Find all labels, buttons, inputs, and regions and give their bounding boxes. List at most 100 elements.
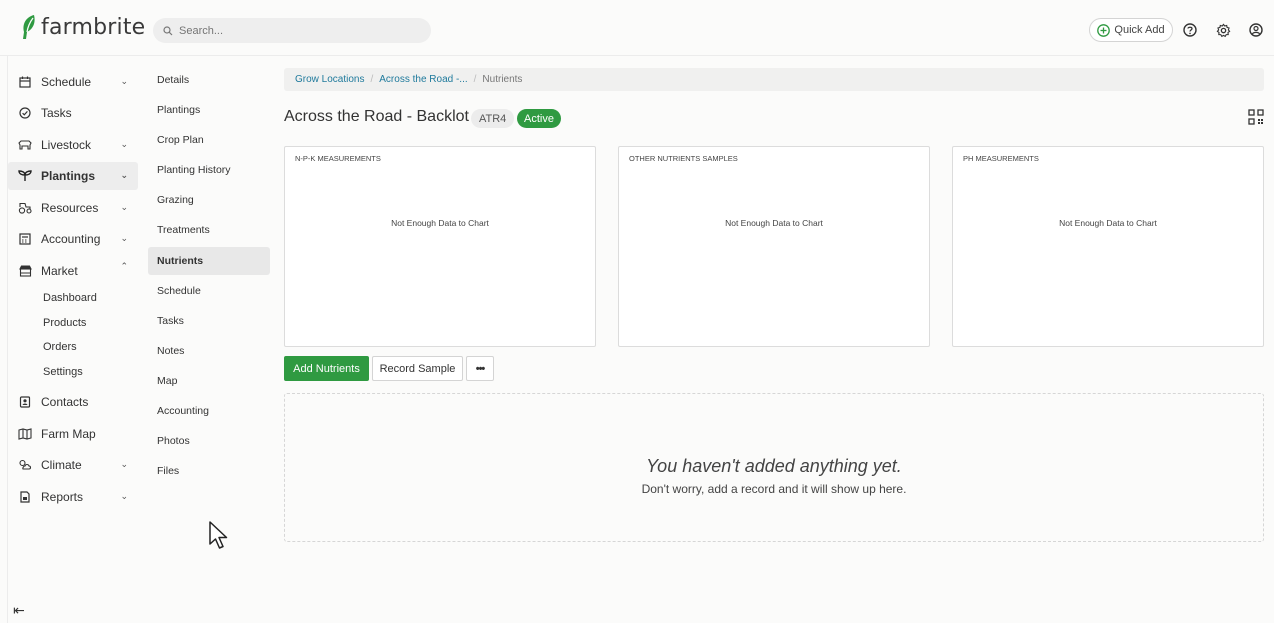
more-options-button[interactable]: •••: [466, 356, 494, 381]
market-sub-dashboard[interactable]: Dashboard: [43, 292, 97, 304]
search-bar[interactable]: [153, 18, 431, 43]
sidebar-item-label: Tasks: [41, 106, 72, 120]
market-sub-products[interactable]: Products: [43, 317, 86, 329]
map-icon: [18, 427, 32, 441]
chevron-down-icon: ⌄: [120, 459, 128, 469]
chart-empty-message: Not Enough Data to Chart: [725, 218, 823, 228]
tab-crop-plan[interactable]: Crop Plan: [148, 126, 270, 154]
chevron-down-icon: ⌄: [120, 202, 128, 212]
sidebar-item-label: Climate: [41, 458, 82, 472]
breadcrumb: Grow Locations / Across the Road -... / …: [284, 68, 1264, 91]
tab-map[interactable]: Map: [148, 367, 270, 395]
sidebar-item-label: Reports: [41, 490, 84, 504]
tractor-icon: [18, 201, 32, 215]
check-circle-icon: [18, 106, 32, 120]
sidebar-item-reports[interactable]: Reports ⌄: [8, 483, 138, 511]
tab-planting-history[interactable]: Planting History: [148, 156, 270, 184]
help-icon[interactable]: [1181, 21, 1199, 39]
sidebar-item-contacts[interactable]: Contacts: [8, 388, 138, 416]
tab-schedule[interactable]: Schedule: [148, 277, 270, 305]
chart-title: N-P-K MEASUREMENTS: [295, 154, 381, 163]
tab-grazing[interactable]: Grazing: [148, 186, 270, 214]
top-bar: farmbrite Quick Add: [0, 0, 1274, 56]
report-icon: [18, 490, 32, 504]
contact-icon: [18, 395, 32, 409]
npk-chart-card: N-P-K MEASUREMENTS Not Enough Data to Ch…: [284, 146, 596, 347]
account-icon[interactable]: [1247, 21, 1265, 39]
breadcrumb-separator: /: [370, 74, 374, 85]
sidebar-item-label: Farm Map: [41, 427, 96, 441]
other-nutrients-chart-card: OTHER NUTRIENTS SAMPLES Not Enough Data …: [618, 146, 930, 347]
sidebar-item-accounting[interactable]: Accounting ⌄: [8, 225, 138, 253]
tab-accounting[interactable]: Accounting: [148, 397, 270, 425]
calendar-icon: [18, 75, 32, 89]
sidebar-item-label: Resources: [41, 201, 99, 215]
sidebar-item-label: Accounting: [41, 232, 101, 246]
sidebar-item-market[interactable]: Market ⌃: [8, 257, 138, 285]
mouse-pointer-icon: [208, 520, 230, 557]
breadcrumb-separator: /: [473, 74, 477, 85]
empty-state-text: Don't worry, add a record and it will sh…: [641, 482, 907, 496]
sidebar-item-label: Livestock: [41, 138, 92, 152]
empty-state-heading: You haven't added anything yet.: [646, 456, 902, 476]
store-icon: [18, 264, 32, 278]
plus-circle-icon: [1097, 23, 1111, 37]
ph-chart-card: PH MEASUREMENTS Not Enough Data to Chart: [952, 146, 1264, 347]
search-icon: [163, 25, 173, 35]
breadcrumb-location[interactable]: Across the Road -...: [379, 74, 467, 85]
market-sub-settings[interactable]: Settings: [43, 366, 83, 378]
calculator-icon: [18, 232, 32, 246]
market-sub-orders[interactable]: Orders: [43, 341, 77, 353]
record-sample-button[interactable]: Record Sample: [372, 356, 463, 381]
location-code-badge: ATR4: [471, 109, 515, 128]
sidebar-item-livestock[interactable]: Livestock ⌄: [8, 131, 138, 159]
settings-icon[interactable]: [1214, 21, 1232, 39]
sidebar-item-farm-map[interactable]: Farm Map: [8, 420, 138, 448]
tab-tasks[interactable]: Tasks: [148, 307, 270, 335]
chevron-down-icon: ⌄: [120, 76, 128, 86]
quick-add-button[interactable]: Quick Add: [1089, 18, 1173, 42]
empty-state: You haven't added anything yet. Don't wo…: [284, 393, 1264, 542]
breadcrumb-grow-locations[interactable]: Grow Locations: [295, 74, 364, 85]
sidebar-item-label: Market: [41, 264, 78, 278]
sidebar-item-label: Contacts: [41, 395, 89, 409]
qr-code-icon[interactable]: [1248, 109, 1264, 130]
chevron-down-icon: ⌄: [120, 491, 128, 501]
sidebar-item-schedule[interactable]: Schedule ⌄: [8, 68, 138, 96]
sidebar-item-tasks[interactable]: Tasks: [8, 99, 138, 127]
tab-files[interactable]: Files: [148, 457, 270, 485]
tab-photos[interactable]: Photos: [148, 427, 270, 455]
tab-details[interactable]: Details: [148, 66, 270, 94]
add-nutrients-button[interactable]: Add Nutrients: [284, 356, 369, 381]
chart-empty-message: Not Enough Data to Chart: [391, 218, 489, 228]
chart-title: OTHER NUTRIENTS SAMPLES: [629, 154, 738, 163]
tab-treatments[interactable]: Treatments: [148, 216, 270, 244]
tab-notes[interactable]: Notes: [148, 337, 270, 365]
farmbrite-logo[interactable]: farmbrite: [20, 14, 145, 40]
weather-icon: [18, 458, 32, 472]
search-input[interactable]: [179, 24, 409, 37]
sidebar-item-label: Plantings: [41, 169, 96, 183]
breadcrumb-current: Nutrients: [482, 74, 523, 85]
sidebar-item-plantings[interactable]: Plantings ⌄: [8, 162, 138, 190]
leaf-logo-icon: [23, 15, 35, 39]
main-sidebar: Schedule ⌄ Tasks Livestock ⌄ Plantings ⌄…: [0, 56, 138, 623]
chevron-up-icon: ⌃: [120, 261, 128, 271]
sidebar-item-label: Schedule: [41, 75, 92, 89]
sprout-icon: [18, 169, 32, 183]
chevron-down-icon: ⌄: [120, 170, 128, 180]
chevron-down-icon: ⌄: [120, 139, 128, 149]
status-badge: Active: [517, 109, 561, 128]
page-title: Across the Road - Backlot: [284, 108, 469, 125]
tab-nutrients[interactable]: Nutrients: [148, 247, 270, 275]
tab-plantings[interactable]: Plantings: [148, 96, 270, 124]
chart-empty-message: Not Enough Data to Chart: [1059, 218, 1157, 228]
collapse-sidebar-icon[interactable]: ⇤: [13, 602, 25, 619]
chevron-down-icon: ⌄: [120, 233, 128, 243]
quick-add-label: Quick Add: [1114, 24, 1165, 36]
sidebar-item-climate[interactable]: Climate ⌄: [8, 451, 138, 479]
brand-name: farmbrite: [41, 14, 146, 40]
sidebar-item-resources[interactable]: Resources ⌄: [8, 194, 138, 222]
chart-title: PH MEASUREMENTS: [963, 154, 1039, 163]
cow-icon: [18, 138, 32, 152]
